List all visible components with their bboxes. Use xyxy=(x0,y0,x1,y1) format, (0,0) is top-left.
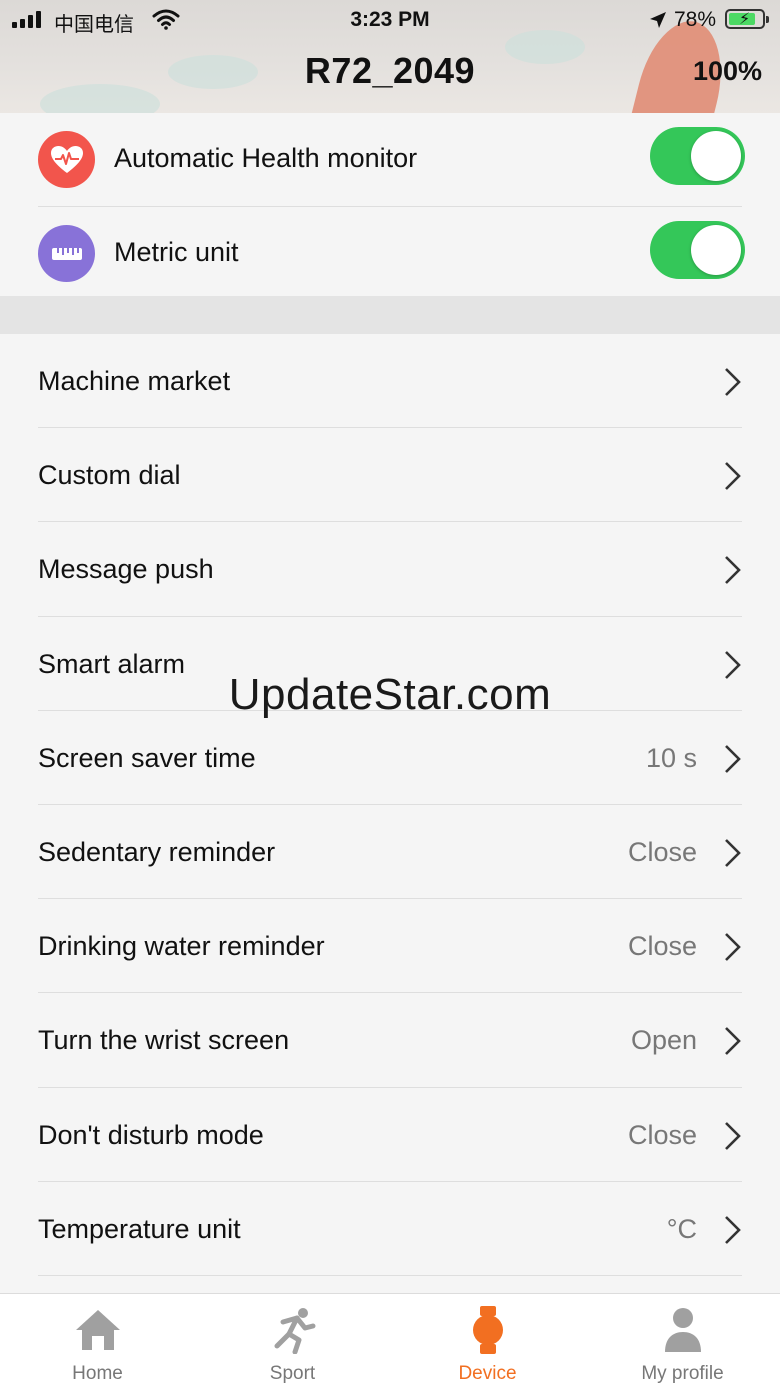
setting-value: Close xyxy=(627,836,697,867)
toggle-section: Automatic Health monitor Metric unit xyxy=(0,113,780,296)
section-divider-band xyxy=(0,296,780,334)
person-icon xyxy=(665,1308,701,1352)
running-icon xyxy=(274,1308,316,1354)
watermark-text: UpdateStar.com xyxy=(228,670,552,719)
setting-machine-market[interactable]: Machine market xyxy=(0,334,780,429)
setting-value: Close xyxy=(627,1119,697,1150)
tab-label: Home xyxy=(72,1363,123,1384)
setting-screen-saver-time[interactable]: Screen saver time 10 s xyxy=(0,711,780,805)
chevron-right-icon xyxy=(725,744,741,773)
setting-dont-disturb-mode[interactable]: Don't disturb mode Close xyxy=(0,1088,780,1182)
toggle-knob xyxy=(691,131,741,181)
watch-icon xyxy=(473,1306,503,1354)
health-monitor-toggle[interactable] xyxy=(650,127,745,185)
chevron-right-icon xyxy=(725,462,741,491)
tab-label: Sport xyxy=(269,1363,316,1384)
setting-label: Custom dial xyxy=(38,460,181,491)
setting-value: Open xyxy=(630,1025,697,1056)
setting-label: Sedentary reminder xyxy=(38,836,276,867)
setting-temperature-unit[interactable]: Temperature unit °C xyxy=(0,1182,780,1276)
battery-percent: 78% xyxy=(674,8,717,31)
tab-bar: Home Sport Device My profile xyxy=(0,1293,780,1387)
tab-my-profile[interactable]: My profile xyxy=(585,1294,780,1387)
device-battery-level: 100% xyxy=(692,56,762,86)
chevron-right-icon xyxy=(725,368,741,396)
home-icon xyxy=(76,1310,120,1350)
setting-label: Screen saver time xyxy=(38,742,256,773)
setting-label: Machine market xyxy=(38,366,231,396)
setting-turn-wrist-screen[interactable]: Turn the wrist screen Open xyxy=(0,993,780,1088)
tab-device[interactable]: Device xyxy=(390,1294,585,1387)
chevron-right-icon xyxy=(725,1027,741,1056)
tab-sport[interactable]: Sport xyxy=(195,1294,390,1387)
setting-label: Don't disturb mode xyxy=(38,1119,264,1150)
chevron-right-icon xyxy=(725,933,741,962)
chevron-right-icon xyxy=(725,1121,741,1150)
setting-label: Turn the wrist screen xyxy=(38,1025,290,1056)
chevron-right-icon xyxy=(725,839,741,867)
toggle-label: Metric unit xyxy=(114,237,239,267)
divider xyxy=(38,1274,742,1276)
toggle-row-health-monitor: Automatic Health monitor xyxy=(0,113,780,207)
settings-list: Machine market Custom dial Message push … xyxy=(0,334,780,1276)
setting-value: °C xyxy=(666,1213,697,1244)
ruler-icon xyxy=(38,225,95,282)
chevron-right-icon xyxy=(725,556,741,585)
heart-rate-icon xyxy=(38,131,95,188)
location-arrow-icon xyxy=(650,12,666,28)
setting-sedentary-reminder[interactable]: Sedentary reminder Close xyxy=(0,805,780,900)
setting-label: Temperature unit xyxy=(38,1213,241,1244)
toggle-label: Automatic Health monitor xyxy=(114,143,418,173)
tab-home[interactable]: Home xyxy=(0,1294,195,1387)
setting-label: Drinking water reminder xyxy=(38,931,325,962)
setting-message-push[interactable]: Message push xyxy=(0,522,780,617)
chevron-right-icon xyxy=(725,1215,741,1244)
battery-icon: ⚡ xyxy=(725,9,769,29)
setting-custom-dial[interactable]: Custom dial xyxy=(0,428,780,523)
toggle-row-metric-unit: Metric unit xyxy=(0,207,780,301)
tab-label: Device xyxy=(458,1363,517,1384)
setting-value: Close xyxy=(627,931,697,962)
tab-label: My profile xyxy=(641,1363,724,1384)
setting-value: 10 s xyxy=(645,742,697,773)
header: 中国电信 3:23 PM 78% ⚡ R72_2049 100% xyxy=(0,0,780,113)
metric-unit-toggle[interactable] xyxy=(650,221,745,279)
status-bar: 中国电信 3:23 PM 78% ⚡ xyxy=(0,0,780,40)
setting-drinking-water-reminder[interactable]: Drinking water reminder Close xyxy=(0,899,780,994)
toggle-knob xyxy=(691,225,741,275)
setting-label: Message push xyxy=(38,554,214,585)
page-title: R72_2049 xyxy=(304,50,476,91)
